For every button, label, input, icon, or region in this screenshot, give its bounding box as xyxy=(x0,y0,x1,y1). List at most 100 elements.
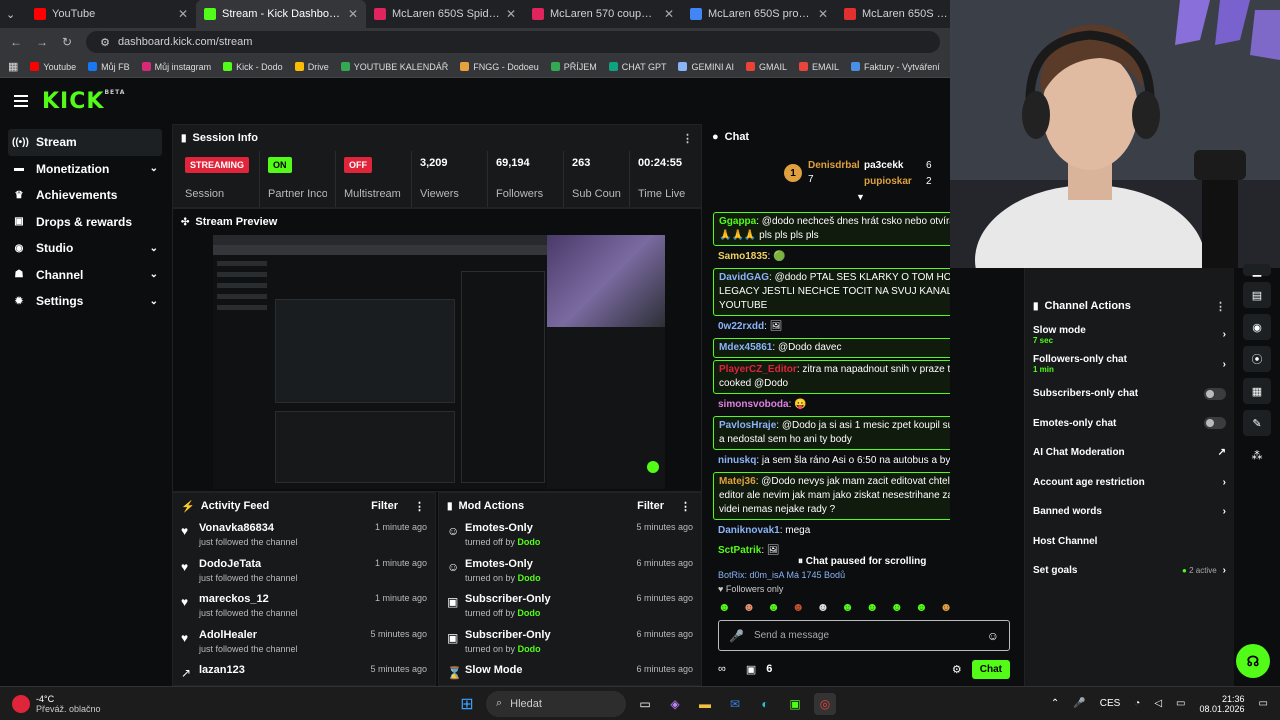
bookmark-item[interactable]: YOUTUBE KALENDÁŘ xyxy=(340,62,448,72)
panel-icon[interactable]: ▁ xyxy=(1243,264,1271,277)
chat-icon[interactable]: ◉ xyxy=(1243,314,1271,340)
activity-more-icon[interactable]: ⋮ xyxy=(414,500,425,513)
battery-icon[interactable]: ▭ xyxy=(1176,698,1185,709)
browser-tab[interactable]: McLaren 570 coupé | Sauto.cz ✕ xyxy=(524,0,682,28)
bookmark-item[interactable]: Můj instagram xyxy=(141,62,211,72)
channel-action-subscribers-only-chat[interactable]: Subscribers-only chat xyxy=(1025,379,1234,409)
reload-icon[interactable]: ↻ xyxy=(62,35,72,49)
notifications-icon[interactable]: ▭ xyxy=(1259,698,1268,709)
browser-tab[interactable]: McLaren 650S Spider Akrapov xyxy=(836,0,958,28)
sidebar-item-channel[interactable]: ☗ Channel ⌄ xyxy=(8,262,162,289)
points-icon[interactable]: ∞ xyxy=(718,663,726,675)
wifi-icon[interactable]: ◔ xyxy=(1134,698,1140,709)
sidebar-item-monetization[interactable]: ▬ Monetization ⌄ xyxy=(8,156,162,183)
channel-action-account-age-restriction[interactable]: Account age restriction › xyxy=(1025,468,1234,498)
mod-filter-button[interactable]: Filter xyxy=(637,500,664,512)
emote-icon[interactable]: ☻ xyxy=(866,600,879,614)
tab-close-icon[interactable]: ✕ xyxy=(178,7,188,21)
chat-paused-banner[interactable]: ⏸ Chat paused for scrolling xyxy=(794,554,931,569)
chevron-down-icon[interactable]: ⌄ xyxy=(150,296,158,307)
channel-action-ai-chat-moderation[interactable]: AI Chat Moderation ↗ xyxy=(1025,438,1234,468)
channel-actions-more-icon[interactable]: ⋮ xyxy=(1215,300,1226,313)
activity-username[interactable]: AdolHealer xyxy=(199,629,370,641)
language-indicator[interactable]: CES xyxy=(1100,698,1121,709)
activity-username[interactable]: Vonavka86834 xyxy=(199,522,375,534)
terminal-icon[interactable]: ▣ xyxy=(784,693,806,715)
bookmark-item[interactable]: Drive xyxy=(294,62,329,72)
users-icon[interactable]: ⁂ xyxy=(1243,442,1271,468)
emote-icon[interactable]: ☻ xyxy=(940,600,953,614)
bookmark-item[interactable]: Youtube xyxy=(30,62,76,72)
activity-username[interactable]: lazan123 xyxy=(199,664,370,676)
mic-tray-icon[interactable]: 🎤 xyxy=(1073,698,1085,709)
toggle-switch[interactable] xyxy=(1204,387,1226,400)
chat-username[interactable]: PlayerCZ_Editor xyxy=(719,364,797,375)
broadcast-icon[interactable]: ⦿ xyxy=(1243,346,1271,372)
bookmark-item[interactable]: Faktury - Vytváření xyxy=(851,62,940,72)
channel-action-banned-words[interactable]: Banned words › xyxy=(1025,497,1234,527)
tray-chevron-icon[interactable]: ⌃ xyxy=(1051,698,1059,709)
outlook-icon[interactable]: ✉ xyxy=(724,693,746,715)
chevron-down-icon[interactable]: ⌄ xyxy=(150,243,158,254)
chat-username[interactable]: ninuskq xyxy=(718,455,756,466)
emote-icon[interactable]: ☻ xyxy=(841,600,854,614)
windows-start-icon[interactable]: ⊞ xyxy=(456,693,478,715)
sidebar-item-stream[interactable]: ((•)) Stream xyxy=(8,129,162,156)
site-info-icon[interactable]: ⚙ xyxy=(100,36,110,49)
chat-input[interactable]: 🎤 Send a message ☺ xyxy=(718,620,1010,651)
chat-message[interactable]: Ggappa: @dodo nechceš dnes hrát csko neb… xyxy=(713,212,950,246)
chat-username[interactable]: Matej36 xyxy=(719,476,756,487)
tab-close-icon[interactable]: ✕ xyxy=(348,7,358,21)
weather-widget[interactable]: -4°C Převáž. oblačno xyxy=(12,694,132,714)
chevron-down-icon[interactable]: ⌄ xyxy=(150,269,158,280)
channel-action-host-channel[interactable]: Host Channel xyxy=(1025,527,1234,557)
tab-menu[interactable]: ⌄ xyxy=(0,0,26,28)
chat-username[interactable]: Daniknovak1 xyxy=(718,525,780,536)
chat-settings-icon[interactable]: ⚙ xyxy=(952,663,962,676)
chat-username[interactable]: Mdex45861 xyxy=(719,342,772,353)
mod-action-user[interactable]: Dodo xyxy=(518,573,541,583)
emote-icon[interactable]: ☻ xyxy=(817,600,830,614)
file-explorer-icon[interactable]: ▬ xyxy=(694,693,716,715)
chat-username[interactable]: SctPatrik xyxy=(718,545,761,556)
wrench-icon[interactable]: ✎ xyxy=(1243,410,1271,436)
chat-username[interactable]: Samo1835 xyxy=(718,251,767,262)
chrome-icon[interactable]: ◎ xyxy=(814,692,836,715)
forward-icon[interactable]: → xyxy=(36,35,48,49)
edge-icon[interactable]: ◐ xyxy=(754,693,776,715)
channel-action-emotes-only-chat[interactable]: Emotes-only chat xyxy=(1025,409,1234,439)
activity-filter-button[interactable]: Filter xyxy=(371,500,398,512)
bookmark-item[interactable]: FNGG - Dodoeu xyxy=(460,62,539,72)
chat-message[interactable]: Samo1835: 🟢 xyxy=(713,248,950,266)
chat-username[interactable]: 0w22rxdd xyxy=(718,321,764,332)
volume-icon[interactable]: ◁ xyxy=(1154,698,1162,709)
toggle-switch[interactable] xyxy=(1204,417,1226,430)
mod-more-icon[interactable]: ⋮ xyxy=(680,500,691,513)
chat-message[interactable]: simonsvoboda: 😛 xyxy=(713,396,950,414)
taskbar-search[interactable]: ⌕ Hledat xyxy=(486,690,626,717)
chat-message[interactable]: PlayerCZ_Editor: zitra ma napadnout snih… xyxy=(713,360,950,394)
channel-action-slow-mode[interactable]: Slow mode 7 sec › xyxy=(1025,320,1234,350)
sidebar-item-studio[interactable]: ◉ Studio ⌄ xyxy=(8,235,162,262)
browser-tab[interactable]: Stream - Kick Dashboard ✕ xyxy=(196,0,366,28)
mod-action-user[interactable]: Dodo xyxy=(518,644,541,654)
chat-message[interactable]: Daniknovak1: mega xyxy=(713,522,950,540)
tab-close-icon[interactable]: ✕ xyxy=(506,7,516,21)
emote-icon[interactable]: ☻ xyxy=(767,600,780,614)
chat-username[interactable]: Ggappa xyxy=(719,216,756,227)
kick-logo[interactable]: KICKBETA xyxy=(42,89,125,114)
bookmark-item[interactable]: GMAIL xyxy=(745,62,787,72)
emote-icon[interactable]: ☻ xyxy=(718,600,731,614)
url-field[interactable]: ⚙ dashboard.kick.com/stream xyxy=(86,31,940,53)
copilot-icon[interactable]: ◈ xyxy=(664,693,686,715)
clock[interactable]: 21:36 08.01.2026 xyxy=(1200,694,1245,714)
emote-icon[interactable]: ☻ xyxy=(890,600,903,614)
chat-message[interactable]: ninuskq: ja sem šla ráno Asi o 6:50 na a… xyxy=(713,452,950,470)
bookmark-item[interactable]: GEMINI AI xyxy=(678,62,734,72)
layout-icon[interactable]: ▦ xyxy=(1243,378,1271,404)
mod-action-user[interactable]: Dodo xyxy=(517,537,540,547)
bookmark-item[interactable]: EMAIL xyxy=(799,62,839,72)
emote-icon[interactable]: ☻ xyxy=(915,600,928,614)
channel-action-followers-only-chat[interactable]: Followers-only chat 1 min › xyxy=(1025,350,1234,380)
bookmark-item[interactable]: Můj FB xyxy=(88,62,130,72)
